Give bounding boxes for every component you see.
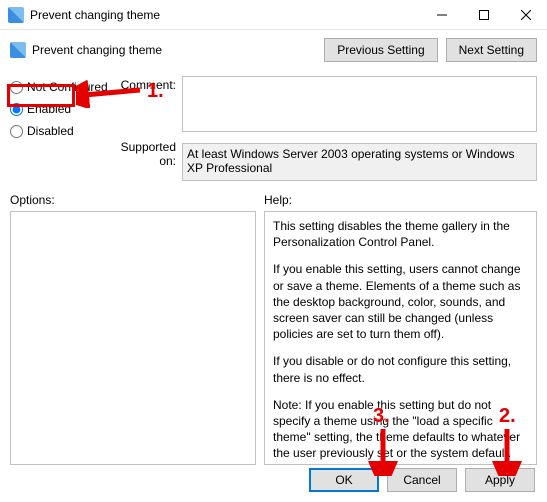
state-not-configured[interactable]: Not Configured	[10, 80, 120, 94]
radio-label: Disabled	[27, 124, 74, 138]
previous-setting-button[interactable]: Previous Setting	[324, 38, 437, 62]
state-enabled[interactable]: Enabled	[10, 102, 120, 116]
minimize-button[interactable]	[421, 1, 463, 29]
policy-icon	[8, 7, 24, 23]
options-pane	[10, 211, 256, 465]
comment-field[interactable]	[182, 76, 537, 132]
cancel-button[interactable]: Cancel	[387, 468, 457, 492]
help-text: Note: If you enable this setting but do …	[273, 397, 528, 462]
help-label: Help:	[260, 193, 537, 207]
title-bar: Prevent changing theme	[0, 0, 547, 30]
state-disabled[interactable]: Disabled	[10, 124, 120, 138]
supported-on-field: At least Windows Server 2003 operating s…	[182, 143, 537, 181]
options-label: Options:	[10, 193, 260, 207]
comment-label: Comment:	[120, 78, 176, 92]
apply-button[interactable]: Apply	[465, 468, 535, 492]
radio-label: Not Configured	[27, 80, 108, 94]
radio-disabled[interactable]	[10, 125, 23, 138]
next-setting-button[interactable]: Next Setting	[446, 38, 537, 62]
radio-enabled[interactable]	[10, 103, 23, 116]
supported-label: Supported on:	[120, 140, 176, 168]
policy-icon	[10, 42, 26, 58]
help-text: If you disable or do not configure this …	[273, 353, 528, 385]
help-text: If you enable this setting, users cannot…	[273, 261, 528, 342]
ok-button[interactable]: OK	[309, 468, 379, 492]
radio-label: Enabled	[27, 102, 71, 116]
window-title: Prevent changing theme	[30, 8, 421, 22]
help-text: This setting disables the theme gallery …	[273, 218, 528, 250]
policy-heading: Prevent changing theme	[32, 43, 324, 57]
maximize-icon	[479, 10, 489, 20]
close-button[interactable]	[505, 1, 547, 29]
minimize-icon	[437, 10, 447, 20]
maximize-button[interactable]	[463, 1, 505, 29]
close-icon	[521, 10, 531, 20]
help-pane[interactable]: This setting disables the theme gallery …	[264, 211, 537, 465]
radio-not-configured[interactable]	[10, 81, 23, 94]
